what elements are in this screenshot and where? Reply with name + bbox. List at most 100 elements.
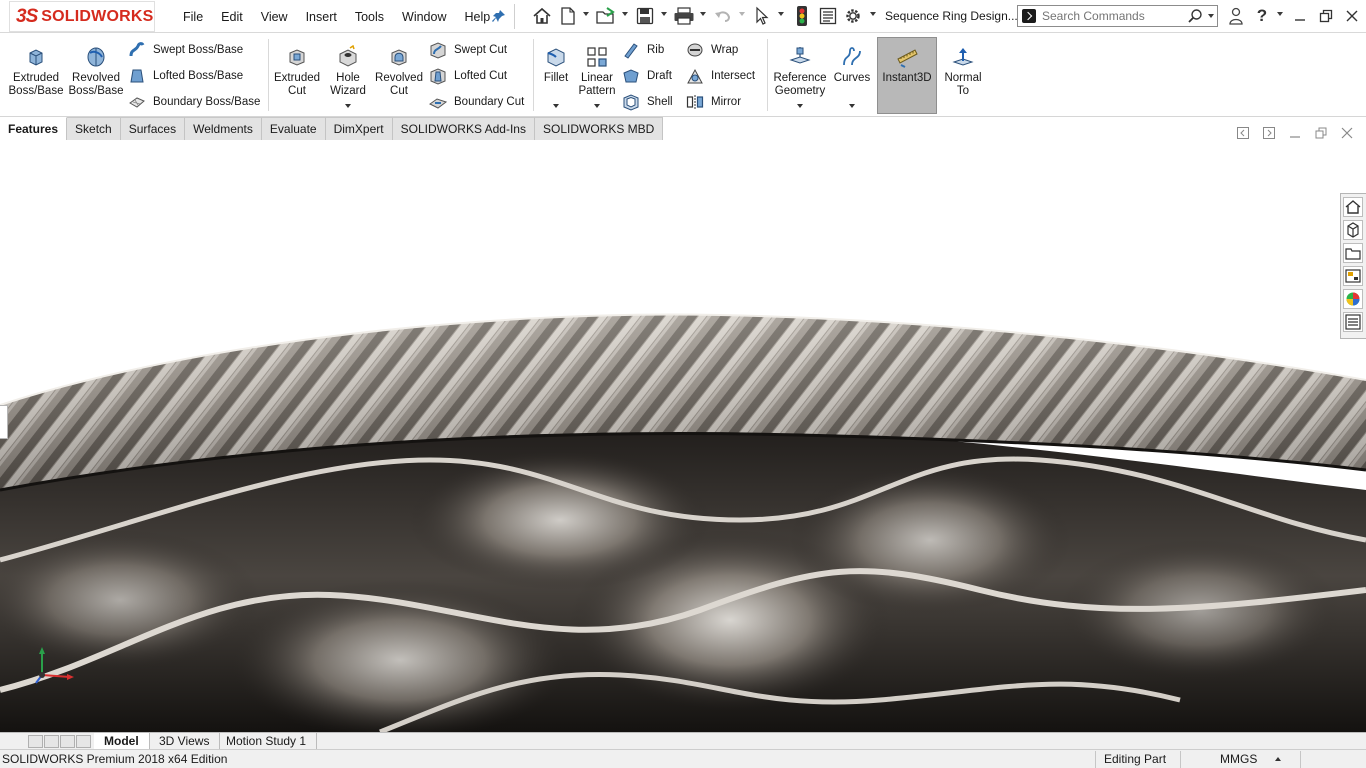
revolved-boss-button[interactable]: Revolved Boss/Base bbox=[68, 37, 124, 113]
restore-icon[interactable] bbox=[1314, 126, 1328, 140]
reference-geometry-button[interactable]: Reference Geometry bbox=[771, 37, 829, 113]
chevron-down-icon[interactable] bbox=[739, 12, 745, 16]
menu-insert[interactable]: Insert bbox=[297, 10, 346, 24]
previous-tab-icon[interactable] bbox=[44, 735, 59, 748]
shell-button[interactable]: Shell bbox=[622, 91, 673, 113]
save-icon[interactable] bbox=[634, 5, 656, 27]
chevron-down-icon[interactable] bbox=[622, 12, 628, 16]
menu-view[interactable]: View bbox=[252, 10, 297, 24]
lofted-cut-label: Lofted Cut bbox=[454, 70, 508, 82]
boundary-boss-button[interactable]: Boundary Boss/Base bbox=[128, 91, 260, 113]
extruded-cut-button[interactable]: Extruded Cut bbox=[271, 37, 323, 113]
solidworks-logo[interactable]: 3S SOLIDWORKS bbox=[9, 1, 155, 32]
tab-model[interactable]: Model bbox=[94, 733, 150, 749]
draft-label: Draft bbox=[647, 70, 672, 82]
home-icon[interactable] bbox=[531, 5, 553, 27]
new-document-icon[interactable] bbox=[558, 5, 578, 27]
first-tab-icon[interactable] bbox=[28, 735, 43, 748]
undo-icon[interactable] bbox=[711, 5, 735, 27]
tab-solidworks-add-ins[interactable]: SOLIDWORKS Add-Ins bbox=[392, 117, 535, 140]
normal-to-button[interactable]: Normal To bbox=[941, 37, 985, 113]
fillet-label: Fillet bbox=[543, 72, 569, 84]
next-tab-icon[interactable] bbox=[60, 735, 75, 748]
instant3d-button[interactable]: Instant3D bbox=[877, 37, 937, 113]
search-icon[interactable] bbox=[1187, 8, 1203, 27]
design-library-icon[interactable] bbox=[1343, 220, 1363, 240]
revolved-cut-button[interactable]: Revolved Cut bbox=[373, 37, 425, 113]
chevron-down-icon[interactable] bbox=[661, 12, 667, 16]
lofted-cut-button[interactable]: Lofted Cut bbox=[429, 65, 507, 87]
wrap-label: Wrap bbox=[711, 44, 739, 56]
tab-dimxpert[interactable]: DimXpert bbox=[325, 117, 393, 140]
intersect-icon bbox=[687, 68, 703, 84]
chevron-down-icon[interactable] bbox=[778, 12, 784, 16]
close-icon[interactable] bbox=[1342, 6, 1362, 26]
tab-motion-study-1[interactable]: Motion Study 1 bbox=[216, 733, 318, 749]
rib-button[interactable]: Rib bbox=[622, 39, 664, 61]
chevron-down-icon[interactable] bbox=[849, 104, 855, 108]
print-icon[interactable] bbox=[672, 5, 696, 27]
tab-features[interactable]: Features bbox=[0, 117, 68, 140]
menu-edit[interactable]: Edit bbox=[212, 10, 252, 24]
boundary-cut-button[interactable]: Boundary Cut bbox=[429, 91, 524, 113]
intersect-label: Intersect bbox=[711, 70, 756, 82]
user-icon[interactable] bbox=[1226, 6, 1246, 26]
hole-wizard-button[interactable]: Hole Wizard bbox=[324, 37, 372, 113]
chevron-down-icon[interactable] bbox=[345, 104, 351, 108]
chevron-down-icon[interactable] bbox=[797, 104, 803, 108]
file-explorer-icon[interactable] bbox=[1343, 243, 1363, 263]
mirror-button[interactable]: Mirror bbox=[686, 91, 741, 113]
custom-properties-icon[interactable] bbox=[1343, 312, 1363, 332]
tab-solidworks-mbd[interactable]: SOLIDWORKS MBD bbox=[534, 117, 664, 140]
pin-icon[interactable] bbox=[492, 9, 506, 23]
menu-window[interactable]: Window bbox=[393, 10, 455, 24]
search-input[interactable] bbox=[1042, 8, 1182, 24]
swept-boss-button[interactable]: Swept Boss/Base bbox=[128, 39, 243, 61]
tab-evaluate[interactable]: Evaluate bbox=[261, 117, 326, 140]
search-box[interactable] bbox=[1017, 5, 1218, 27]
tab-weldments[interactable]: Weldments bbox=[185, 117, 262, 140]
mirror-label: Mirror bbox=[711, 96, 742, 108]
restore-icon[interactable] bbox=[1316, 6, 1336, 26]
options-icon[interactable] bbox=[842, 5, 864, 27]
appearances-icon[interactable] bbox=[1343, 289, 1363, 309]
rebuild-icon[interactable] bbox=[793, 5, 811, 27]
lofted-boss-button[interactable]: Lofted Boss/Base bbox=[128, 65, 243, 87]
unit-system-label[interactable]: MMGS bbox=[1220, 752, 1257, 766]
tile-right-icon[interactable] bbox=[1262, 126, 1276, 140]
draft-button[interactable]: Draft bbox=[622, 65, 672, 87]
swept-cut-button[interactable]: Swept Cut bbox=[429, 39, 507, 61]
graphics-area[interactable] bbox=[0, 140, 1366, 732]
tab-surfaces[interactable]: Surfaces bbox=[120, 117, 186, 140]
select-icon[interactable] bbox=[752, 5, 772, 27]
curves-button[interactable]: Curves bbox=[831, 37, 873, 113]
wrap-button[interactable]: Wrap bbox=[686, 39, 738, 61]
menu-file[interactable]: File bbox=[174, 10, 212, 24]
last-tab-icon[interactable] bbox=[76, 735, 91, 748]
menu-tools[interactable]: Tools bbox=[346, 10, 393, 24]
close-icon[interactable] bbox=[1340, 126, 1354, 140]
view-palette-icon[interactable] bbox=[1343, 266, 1363, 286]
chevron-down-icon[interactable] bbox=[700, 12, 706, 16]
extruded-boss-button[interactable]: Extruded Boss/Base bbox=[8, 37, 64, 113]
tab-sketch[interactable]: Sketch bbox=[67, 117, 121, 140]
chevron-down-icon[interactable] bbox=[553, 104, 559, 108]
open-icon[interactable] bbox=[594, 5, 618, 27]
help-icon[interactable]: ? bbox=[1252, 6, 1272, 26]
tab-3d-views[interactable]: 3D Views bbox=[149, 733, 221, 749]
chevron-down-icon[interactable] bbox=[870, 12, 876, 16]
minimize-icon[interactable] bbox=[1290, 6, 1310, 26]
chevron-down-icon[interactable] bbox=[1277, 12, 1283, 16]
chevron-down-icon[interactable] bbox=[594, 104, 600, 108]
intersect-button[interactable]: Intersect bbox=[686, 65, 755, 87]
tile-left-icon[interactable] bbox=[1236, 126, 1250, 140]
solidworks-resources-icon[interactable] bbox=[1343, 197, 1363, 217]
linear-pattern-button[interactable]: Linear Pattern bbox=[575, 37, 619, 113]
file-properties-icon[interactable] bbox=[817, 5, 839, 27]
fillet-button[interactable]: Fillet bbox=[538, 37, 574, 113]
minimize-icon[interactable] bbox=[1288, 126, 1302, 140]
chevron-down-icon[interactable] bbox=[1208, 14, 1214, 18]
panel-handle[interactable] bbox=[0, 405, 8, 439]
chevron-down-icon[interactable] bbox=[583, 12, 589, 16]
chevron-up-icon[interactable] bbox=[1275, 757, 1281, 761]
